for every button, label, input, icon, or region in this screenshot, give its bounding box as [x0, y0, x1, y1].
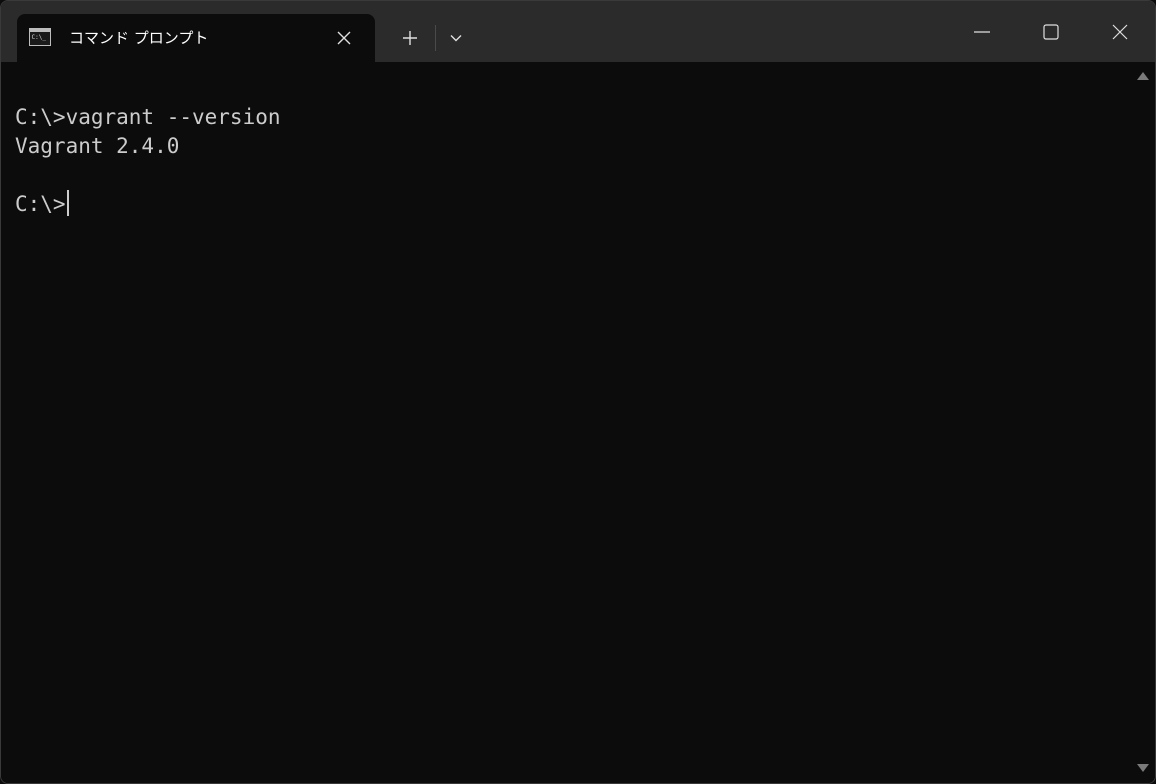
- maximize-button[interactable]: [1028, 13, 1074, 51]
- minimize-icon: [974, 31, 990, 33]
- tab-separator: [435, 25, 436, 51]
- terminal-window: C:\_ コマンド プロンプト C:\>vagrant --version Va…: [0, 0, 1156, 784]
- close-window-button[interactable]: [1097, 13, 1143, 51]
- maximize-icon: [1043, 24, 1059, 40]
- scroll-up-arrow-icon[interactable]: [1137, 72, 1149, 80]
- scroll-down-arrow-icon[interactable]: [1137, 764, 1149, 772]
- close-icon: [337, 31, 351, 45]
- tab-dropdown-button[interactable]: [441, 22, 471, 54]
- title-bar[interactable]: C:\_ コマンド プロンプト: [1, 1, 1155, 62]
- new-tab-button[interactable]: [394, 22, 426, 54]
- plus-icon: [403, 31, 417, 45]
- minimize-button[interactable]: [959, 13, 1005, 51]
- terminal-output[interactable]: C:\>vagrant --version Vagrant 2.4.0 C:\>: [1, 62, 1131, 783]
- text-cursor: [66, 190, 69, 216]
- tab-command-prompt[interactable]: C:\_ コマンド プロンプト: [17, 14, 375, 62]
- terminal-line: Vagrant 2.4.0: [15, 134, 180, 158]
- terminal-prompt: C:\>: [15, 192, 66, 216]
- svg-text:C:\_: C:\_: [32, 34, 47, 41]
- chevron-down-icon: [450, 35, 462, 42]
- tab-title: コマンド プロンプト: [69, 29, 209, 47]
- close-icon: [1112, 24, 1128, 40]
- terminal-line: C:\>vagrant --version: [15, 105, 281, 129]
- vertical-scrollbar[interactable]: [1131, 62, 1155, 783]
- terminal-prompt-line: C:\>: [15, 190, 69, 219]
- console-icon: C:\_: [29, 28, 51, 46]
- tab-close-button[interactable]: [329, 23, 359, 53]
